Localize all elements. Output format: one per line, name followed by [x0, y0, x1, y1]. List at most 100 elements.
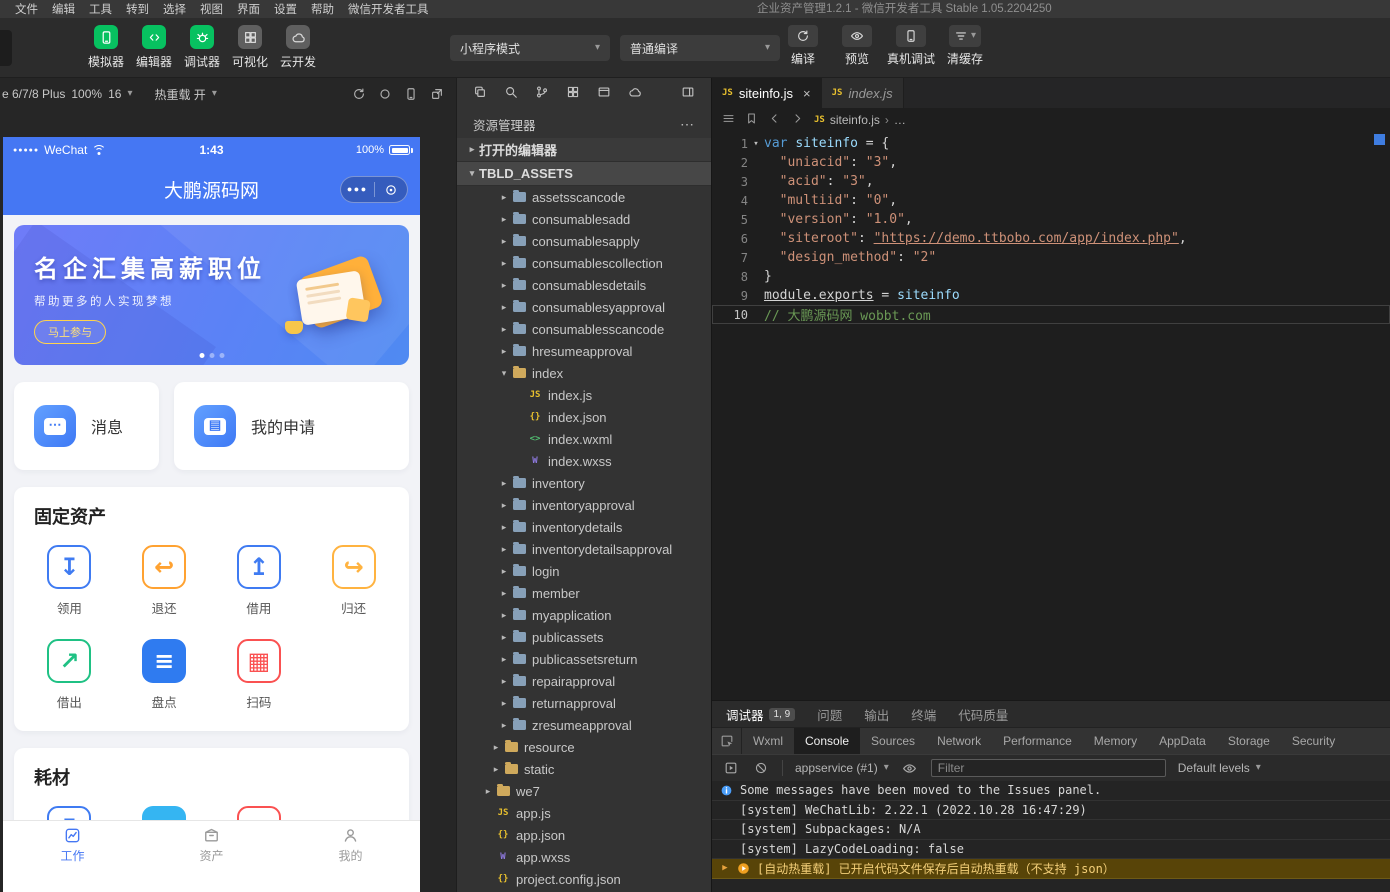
extensions-icon[interactable]: [566, 85, 580, 104]
devtools-tab-Network[interactable]: Network: [926, 728, 992, 754]
toolbar-action-clear-cache[interactable]: ▾清缓存: [940, 25, 990, 67]
devtools-tab-Performance[interactable]: Performance: [992, 728, 1083, 754]
menubar-item[interactable]: 选择: [156, 1, 193, 17]
console-filter-input[interactable]: [931, 759, 1166, 777]
tree-item[interactable]: ▸inventoryapproval: [457, 494, 711, 516]
bookmark-icon[interactable]: [745, 112, 758, 128]
hot-reload-toggle[interactable]: 热重载 开: [154, 86, 205, 103]
menubar-item[interactable]: 设置: [267, 1, 304, 17]
devtools-tab-Memory[interactable]: Memory: [1083, 728, 1148, 754]
inspect-element-icon[interactable]: [712, 728, 742, 754]
code-line[interactable]: 3 "acid": "3",: [712, 172, 1390, 191]
console-message[interactable]: ▶[自动热重载] 已开启代码文件保存后自动热重载（不支持 json）: [712, 859, 1390, 879]
toolbar-action-remote-debug[interactable]: 真机调试: [886, 25, 936, 67]
menubar-item[interactable]: 帮助: [304, 1, 341, 17]
promo-banner[interactable]: 名企汇集高薪职位 帮助更多的人实现梦想 马上参与: [14, 225, 409, 365]
phone-tab-资产[interactable]: 资产: [142, 821, 281, 870]
live-expression-icon[interactable]: [901, 759, 919, 777]
close-icon[interactable]: ×: [803, 86, 811, 101]
clear-console-icon[interactable]: [752, 759, 770, 777]
console-sidebar-icon[interactable]: [722, 759, 740, 777]
toolbar-action-preview[interactable]: 预览: [832, 25, 882, 67]
tree-item[interactable]: ▸repairapproval: [457, 670, 711, 692]
code-editor[interactable]: 1▾var siteinfo = {2 "uniacid": "3",3 "ac…: [712, 132, 1390, 700]
debugger-tab-输出[interactable]: 输出: [864, 705, 889, 724]
code-line[interactable]: 6 "siteroot": "https://demo.ttbobo.com/a…: [712, 229, 1390, 248]
code-line[interactable]: 5 "version": "1.0",: [712, 210, 1390, 229]
code-line[interactable]: 8}: [712, 267, 1390, 286]
tree-item[interactable]: ▸login: [457, 560, 711, 582]
tree-item[interactable]: Windex.wxss: [457, 450, 711, 472]
debugger-tab-调试器[interactable]: 调试器1, 9: [726, 705, 795, 724]
log-levels-select[interactable]: Default levels ▾: [1178, 761, 1261, 775]
tree-item[interactable]: ▸consumablesscancode: [457, 318, 711, 340]
quick-card-messages[interactable]: ⋯消息: [14, 382, 159, 470]
tree-item[interactable]: ▾index: [457, 362, 711, 384]
code-line[interactable]: 10// 大鹏源码网 wobbt.com: [712, 305, 1390, 324]
toolbar-button-editor[interactable]: 编辑器: [130, 25, 178, 70]
rotate-icon[interactable]: [348, 83, 370, 105]
devtools-tab-Wxml[interactable]: Wxml: [742, 728, 794, 754]
toolbar-action-compile[interactable]: 编译: [778, 25, 828, 67]
console-message[interactable]: [system] LazyCodeLoading: false: [712, 840, 1390, 860]
debugger-tab-问题[interactable]: 问题: [817, 705, 842, 724]
fixed-asset-item[interactable]: ↗借出: [22, 639, 117, 711]
fixed-asset-item[interactable]: ≡盘点: [117, 639, 212, 711]
console-message[interactable]: [system] Subpackages: N/A: [712, 820, 1390, 840]
sidebar-profile-chip[interactable]: [0, 30, 12, 66]
toolbar-button-visualize[interactable]: 可视化: [226, 25, 274, 70]
tree-item[interactable]: {}index.json: [457, 406, 711, 428]
editor-tab-index.js[interactable]: JSindex.js: [822, 78, 904, 108]
tree-item[interactable]: ▸consumablescollection: [457, 252, 711, 274]
git-branch-icon[interactable]: [535, 85, 549, 104]
tree-item[interactable]: ▸resource: [457, 736, 711, 758]
tree-item[interactable]: ▸consumablesadd: [457, 208, 711, 230]
breadcrumb-file[interactable]: siteinfo.js: [830, 113, 880, 127]
more-actions-icon[interactable]: ⋯: [680, 116, 695, 133]
devtools-tab-Sources[interactable]: Sources: [860, 728, 926, 754]
tree-item[interactable]: ▸assetsscancode: [457, 186, 711, 208]
fixed-asset-item[interactable]: ↧领用: [22, 545, 117, 617]
console-message[interactable]: [system] WeChatLib: 2.22.1 (2022.10.28 1…: [712, 801, 1390, 821]
debugger-tab-终端[interactable]: 终端: [911, 705, 936, 724]
expand-icon[interactable]: ▶: [720, 863, 730, 873]
devtools-tab-AppData[interactable]: AppData: [1148, 728, 1217, 754]
tree-item[interactable]: Wapp.wxss: [457, 846, 711, 868]
fixed-asset-item[interactable]: ↩退还: [117, 545, 212, 617]
phone-icon[interactable]: [400, 83, 422, 105]
mode-select[interactable]: 小程序模式 ▾: [450, 35, 610, 61]
tree-item[interactable]: JSapp.js: [457, 802, 711, 824]
tree-item[interactable]: ▸consumablesyapproval: [457, 296, 711, 318]
menubar-item[interactable]: 工具: [82, 1, 119, 17]
menubar-item[interactable]: 微信开发者工具: [341, 1, 436, 17]
devtools-tab-Console[interactable]: Console: [794, 728, 860, 754]
window-icon[interactable]: [597, 85, 611, 104]
fixed-asset-item[interactable]: ↥借用: [212, 545, 307, 617]
tree-item[interactable]: ▸member: [457, 582, 711, 604]
tree-section[interactable]: ▸打开的编辑器: [457, 138, 711, 162]
tree-item[interactable]: ▸static: [457, 758, 711, 780]
console-message[interactable]: Some messages have been moved to the Iss…: [712, 781, 1390, 801]
tree-item[interactable]: {}project.config.json: [457, 868, 711, 890]
code-line[interactable]: 7 "design_method": "2": [712, 248, 1390, 267]
phone-tab-我的[interactable]: 我的: [281, 821, 420, 870]
quick-card-my-applications[interactable]: ▤我的申请: [174, 382, 409, 470]
device-model-select[interactable]: e 6/7/8 Plus: [2, 87, 65, 101]
arrow-right-icon[interactable]: [791, 112, 804, 128]
scale-value[interactable]: 16: [108, 87, 121, 101]
breadcrumb-more[interactable]: …: [894, 113, 906, 127]
fold-icon[interactable]: ▾: [748, 139, 764, 149]
toolbar-button-debugger[interactable]: 调试器: [178, 25, 226, 70]
menubar-item[interactable]: 界面: [230, 1, 267, 17]
tree-item[interactable]: ▸zresumeapproval: [457, 714, 711, 736]
tree-item[interactable]: JSindex.js: [457, 384, 711, 406]
cloud-icon[interactable]: [628, 85, 642, 104]
tree-item[interactable]: ▸publicassetsreturn: [457, 648, 711, 670]
tree-item[interactable]: ▸inventorydetailsapproval: [457, 538, 711, 560]
devtools-tab-Security[interactable]: Security: [1281, 728, 1346, 754]
tree-item[interactable]: ▸consumablesdetails: [457, 274, 711, 296]
menubar-item[interactable]: 视图: [193, 1, 230, 17]
tree-item[interactable]: ▸publicassets: [457, 626, 711, 648]
editor-tab-siteinfo.js[interactable]: JSsiteinfo.js×: [712, 78, 822, 108]
code-line[interactable]: 1▾var siteinfo = {: [712, 134, 1390, 153]
